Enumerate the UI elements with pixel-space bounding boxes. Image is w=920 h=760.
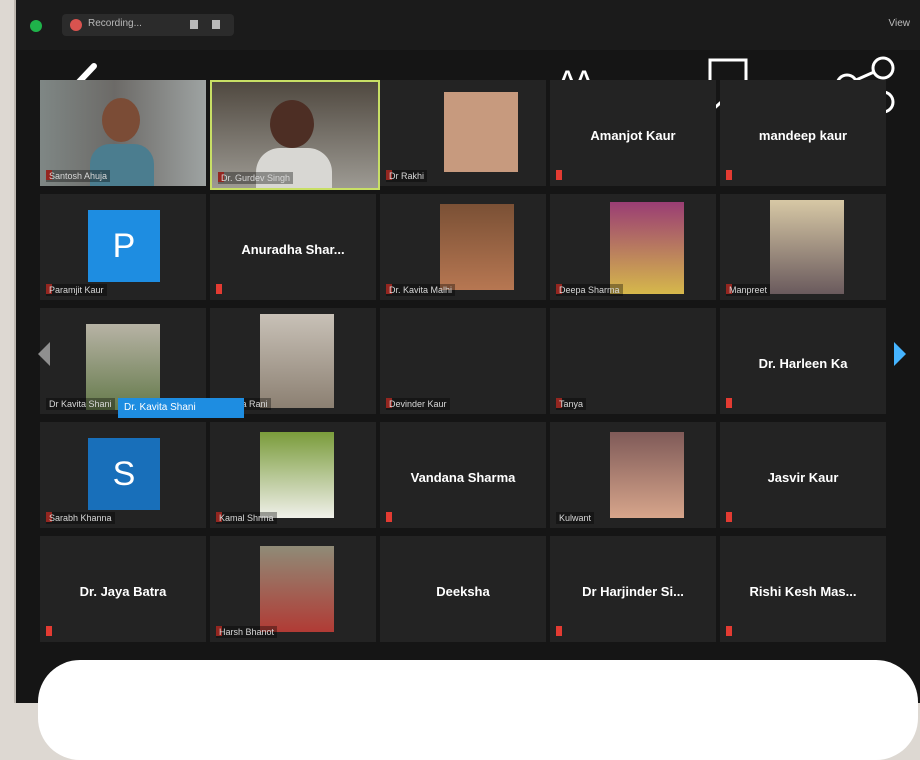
mute-icon	[216, 284, 222, 294]
recording-icon	[70, 19, 82, 31]
participant-tile[interactable]: Deeksha	[380, 536, 546, 642]
participant-name: Deeksha	[436, 584, 490, 599]
recording-label: Recording...	[88, 18, 142, 29]
participant-name: Jasvir Kaur	[767, 470, 839, 485]
participant-tile[interactable]: Jasvir Kaur	[720, 422, 886, 528]
participant-tile[interactable]: Rishi Kesh Mas...	[720, 536, 886, 642]
mute-icon	[726, 398, 732, 408]
participant-tile[interactable]: Kamal Shrma	[210, 422, 376, 528]
participant-label: Dr Rakhi	[386, 170, 428, 182]
participant-label: Devinder Kaur	[386, 398, 450, 410]
mute-icon	[726, 626, 732, 636]
view-label[interactable]: View	[889, 18, 911, 29]
participant-tile[interactable]: Dr Rakhi	[380, 80, 546, 186]
meeting-screen: Recording... View AA Santosh Ahuja	[14, 0, 920, 760]
participant-tile[interactable]: Dr. Kavita Malhi	[380, 194, 546, 300]
participant-name: Anuradha Shar...	[241, 242, 345, 257]
participant-tile[interactable]: Manpreet	[720, 194, 886, 300]
participant-tile[interactable]: Santosh Ahuja	[40, 80, 206, 186]
participant-label: Santosh Ahuja	[46, 170, 111, 182]
mute-icon	[386, 512, 392, 522]
participant-tile[interactable]: P Paramjit Kaur	[40, 194, 206, 300]
participant-label: Kulwant	[556, 512, 595, 524]
participant-tile[interactable]: Devinder Kaur	[380, 308, 546, 414]
pause-icon[interactable]	[190, 20, 198, 29]
participant-tile[interactable]: Amanjot Kaur	[550, 80, 716, 186]
meeting-top-strip: Recording... View	[16, 0, 920, 50]
participant-name: Dr. Harleen Ka	[758, 356, 848, 371]
participant-tile[interactable]: Dr. Jaya Batra	[40, 536, 206, 642]
participant-tile[interactable]: S Sarabh Khanna	[40, 422, 206, 528]
participant-name: mandeep kaur	[758, 128, 848, 143]
participant-label: Harsh Bhanot	[216, 626, 278, 638]
participant-label: Dr Kavita Shani	[46, 398, 115, 410]
participant-tile[interactable]: Vandana Sharma	[380, 422, 546, 528]
participant-tile[interactable]: Harsh Bhanot	[210, 536, 376, 642]
participant-name: Rishi Kesh Mas...	[749, 584, 857, 599]
participant-label: Tanya	[556, 398, 587, 410]
participant-tile[interactable]: Dr Harjinder Si...	[550, 536, 716, 642]
avatar-p: P	[88, 210, 160, 282]
participant-tile[interactable]: Deepa Sharma	[550, 194, 716, 300]
raised-hand-badge: Dr. Kavita Shani	[118, 398, 244, 418]
participant-label: Deepa Sharma	[556, 284, 623, 296]
mute-icon	[726, 512, 732, 522]
participant-label: Kamal Shrma	[216, 512, 277, 524]
participant-name: Vandana Sharma	[410, 470, 516, 485]
participant-tile[interactable]: Anuradha Shar...	[210, 194, 376, 300]
mute-icon	[726, 170, 732, 180]
participant-grid: Santosh Ahuja Dr. Gurdev Singh Dr Rakhi …	[40, 80, 890, 650]
recording-pill[interactable]: Recording...	[62, 14, 234, 36]
mute-icon	[46, 626, 52, 636]
participant-label: Sarabh Khanna	[46, 512, 115, 524]
participant-label: Dr. Gurdev Singh	[218, 172, 294, 184]
mute-icon	[556, 626, 562, 636]
participant-label: Paramjit Kaur	[46, 284, 107, 296]
avatar-s: S	[88, 438, 160, 510]
stop-icon[interactable]	[212, 20, 220, 29]
participant-name: Amanjot Kaur	[590, 128, 676, 143]
participant-tile[interactable]: Dr. Harleen Ka	[720, 308, 886, 414]
participant-tile[interactable]: mandeep kaur	[720, 80, 886, 186]
participant-tile[interactable]: Tanya	[550, 308, 716, 414]
status-indicator	[30, 20, 42, 32]
previous-page-icon[interactable]	[34, 340, 54, 368]
bottom-sheet	[38, 660, 918, 760]
participant-name: Dr Harjinder Si...	[582, 584, 684, 599]
mute-icon	[556, 170, 562, 180]
participant-tile[interactable]: Kulwant	[550, 422, 716, 528]
participant-label: Manpreet	[726, 284, 771, 296]
participant-tile-active[interactable]: Dr. Gurdev Singh	[210, 80, 380, 190]
next-page-icon[interactable]	[890, 340, 910, 368]
participant-name: Dr. Jaya Batra	[79, 584, 167, 599]
participant-label: Dr. Kavita Malhi	[386, 284, 456, 296]
